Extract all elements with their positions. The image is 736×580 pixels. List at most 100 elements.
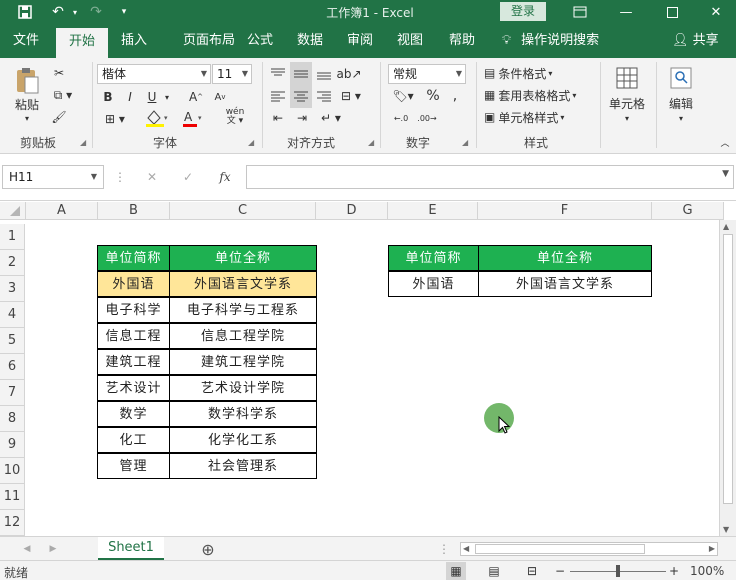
sheet-tab[interactable]: Sheet1 (98, 537, 164, 560)
select-all-corner[interactable] (0, 202, 26, 220)
tab-insert[interactable]: 插入 (112, 24, 156, 58)
tab-home[interactable]: 开始 (56, 28, 108, 58)
page-layout-view-icon[interactable]: ▤ (484, 562, 504, 580)
copy-icon[interactable]: ⧉ ▾ (50, 86, 76, 104)
ribbon-display-options-icon[interactable] (560, 0, 600, 24)
table-header-cell[interactable]: 单位全称 (478, 245, 652, 271)
align-center-icon[interactable] (290, 84, 312, 108)
collapse-ribbon-icon[interactable]: ︿ (718, 136, 732, 149)
table-cell[interactable]: 信息工程 (97, 323, 170, 349)
table-header-cell[interactable]: 单位全称 (169, 245, 317, 271)
row-header[interactable]: 12 (0, 510, 25, 536)
decrease-decimal-icon[interactable]: .00→ (416, 108, 438, 128)
tell-me-search[interactable]: 💡︎ 操作说明搜索 (502, 24, 599, 58)
editing-label[interactable]: 编辑 (662, 94, 700, 112)
table-header-cell[interactable]: 单位简称 (388, 245, 479, 271)
undo-dropdown-icon[interactable]: ▾ (70, 2, 80, 22)
top-align-icon[interactable] (268, 64, 288, 84)
table-cell[interactable]: 艺术设计 (97, 375, 170, 401)
table-cell[interactable]: 电子科学 (97, 297, 170, 323)
bottom-align-icon[interactable] (314, 64, 334, 84)
enter-icon[interactable]: ✓ (178, 167, 198, 187)
align-right-icon[interactable] (314, 86, 334, 106)
accounting-format-icon[interactable]: 🏷︎▾ (390, 86, 416, 106)
add-sheet-icon[interactable]: ⊕ (198, 539, 218, 559)
clipboard-launcher-icon[interactable]: ◢ (80, 138, 86, 147)
row-header[interactable]: 5 (0, 328, 25, 354)
scroll-thumb[interactable] (723, 234, 733, 504)
table-cell[interactable]: 电子科学与工程系 (169, 297, 317, 323)
scroll-left-icon[interactable]: ◀ (463, 543, 469, 555)
underline-dropdown-icon[interactable]: ▾ (162, 88, 172, 106)
worksheet-grid[interactable]: A B C D E F G 1 2 3 4 5 6 7 8 9 10 11 12… (0, 202, 736, 536)
login-button[interactable]: 登录 (500, 2, 546, 21)
font-name-select[interactable]: 楷体 ▼ (97, 64, 211, 84)
undo-icon[interactable]: ↶ (46, 2, 70, 22)
zoom-slider-thumb[interactable] (616, 565, 620, 577)
column-header-f[interactable]: F (478, 202, 652, 220)
tab-split-grip-icon[interactable]: ⋮ (438, 541, 450, 557)
conditional-format-button[interactable]: ▤ 条件格式 ▾ (484, 64, 564, 82)
cell-styles-button[interactable]: ▣ 单元格样式 ▾ (484, 108, 580, 126)
prev-sheet-icon[interactable]: ◀ (20, 541, 34, 557)
wrap-text-icon[interactable]: ↵ ▾ (318, 108, 344, 128)
scroll-up-icon[interactable]: ▲ (723, 222, 729, 231)
table-cell[interactable]: 外国语言文学系 (169, 271, 317, 297)
find-icon[interactable] (666, 64, 696, 92)
table-cell[interactable]: 化学化工系 (169, 427, 317, 453)
underline-button[interactable]: U (144, 88, 160, 106)
increase-decimal-icon[interactable]: ←.0 (390, 108, 412, 128)
scroll-down-icon[interactable]: ▼ (723, 525, 729, 534)
table-cell[interactable]: 建筑工程学院 (169, 349, 317, 375)
table-cell[interactable]: 数学科学系 (169, 401, 317, 427)
alignment-launcher-icon[interactable]: ◢ (368, 138, 374, 147)
column-header-b[interactable]: B (98, 202, 170, 220)
share-button[interactable]: 👤︎ 共享 (672, 24, 719, 58)
paste-dropdown-icon[interactable]: ▾ (20, 112, 34, 124)
table-cell[interactable]: 社会管理系 (169, 453, 317, 479)
borders-icon[interactable]: ⊞ ▾ (100, 110, 130, 128)
row-header[interactable]: 2 (0, 250, 25, 276)
number-launcher-icon[interactable]: ◢ (462, 138, 468, 147)
close-icon[interactable]: ✕ (696, 0, 736, 24)
font-launcher-icon[interactable]: ◢ (248, 138, 254, 147)
table-cell[interactable]: 信息工程学院 (169, 323, 317, 349)
expand-formula-icon[interactable]: ▼ (722, 169, 729, 179)
table-header-cell[interactable]: 单位简称 (97, 245, 170, 271)
table-cell[interactable]: 外国语 (388, 271, 479, 297)
next-sheet-icon[interactable]: ▶ (46, 541, 60, 557)
paste-label[interactable]: 粘贴 (10, 96, 44, 112)
normal-view-icon[interactable]: ▦ (446, 562, 466, 580)
vertical-scrollbar[interactable]: ▲ ▼ (719, 220, 736, 536)
cells-icon[interactable] (610, 64, 644, 92)
column-header-e[interactable]: E (388, 202, 478, 220)
save-icon[interactable] (14, 2, 36, 22)
page-break-view-icon[interactable]: ⊟ (522, 562, 542, 580)
redo-icon[interactable]: ↷ (84, 2, 108, 22)
increase-indent-icon[interactable]: ⇥ (292, 108, 312, 128)
paste-icon[interactable] (10, 66, 44, 96)
zoom-level[interactable]: 100% (690, 564, 724, 578)
cancel-icon[interactable]: ✕ (142, 167, 162, 187)
table-cell[interactable]: 管理 (97, 453, 170, 479)
tab-review[interactable]: 审阅 (338, 24, 382, 58)
row-header[interactable]: 6 (0, 354, 25, 380)
table-cell[interactable]: 艺术设计学院 (169, 375, 317, 401)
italic-button[interactable]: I (122, 88, 138, 106)
scroll-thumb[interactable] (475, 544, 645, 554)
phonetic-guide-icon[interactable]: wén 文 ▾ (220, 106, 250, 128)
row-header[interactable]: 4 (0, 302, 25, 328)
tab-data[interactable]: 数据 (288, 24, 332, 58)
font-color-icon[interactable]: A ▾ (180, 108, 206, 128)
minimize-icon[interactable]: — (606, 0, 646, 24)
merge-center-icon[interactable]: ⊟ ▾ (338, 86, 364, 106)
cells-dropdown-icon[interactable]: ▾ (620, 112, 634, 124)
decrease-font-icon[interactable]: Av (210, 88, 230, 106)
table-cell[interactable]: 化工 (97, 427, 170, 453)
tab-formulas[interactable]: 公式 (238, 24, 282, 58)
maximize-icon[interactable] (652, 0, 692, 24)
bold-button[interactable]: B (100, 88, 116, 106)
table-cell[interactable]: 外国语言文学系 (478, 271, 652, 297)
horizontal-scrollbar[interactable]: ◀ ▶ (460, 542, 718, 556)
table-cell[interactable]: 建筑工程 (97, 349, 170, 375)
